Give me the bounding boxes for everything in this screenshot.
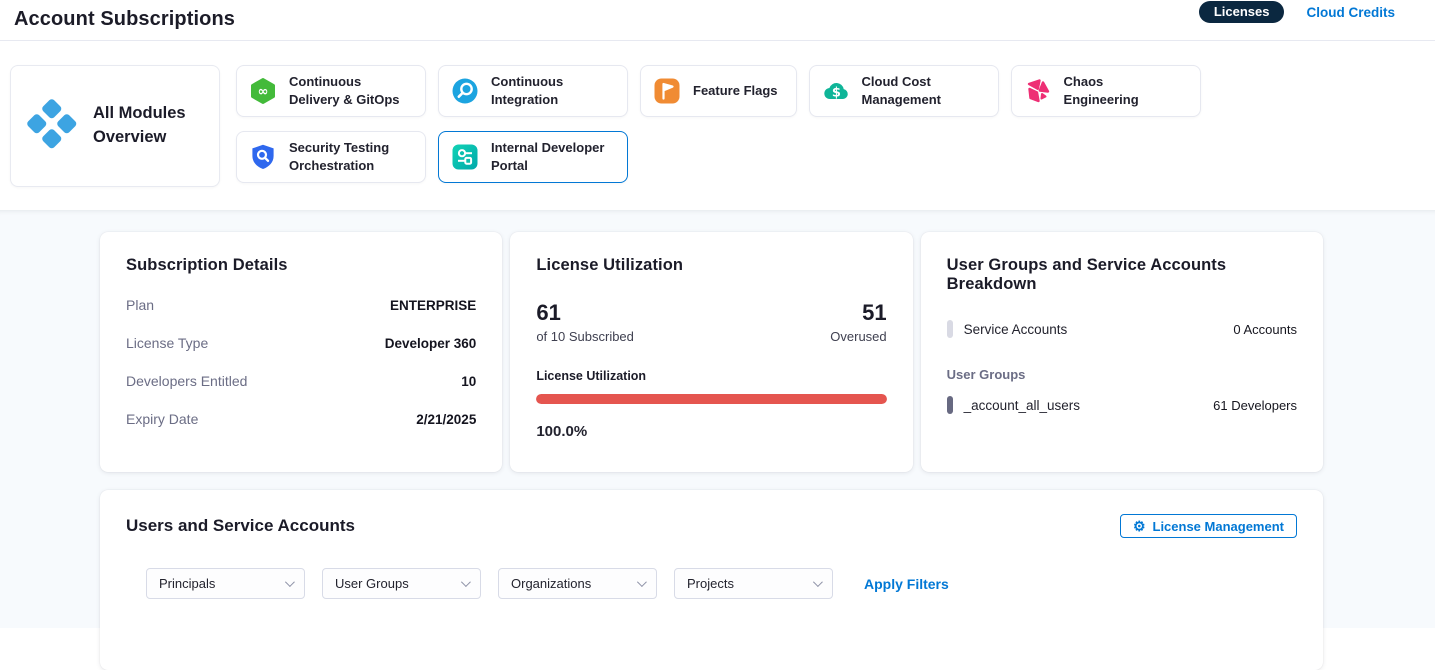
used-count: 61	[536, 300, 634, 326]
principals-select[interactable]: Principals	[146, 568, 305, 599]
detail-row-expiry-date: Expiry Date 2/21/2025	[126, 411, 476, 427]
detail-row-license-type: License Type Developer 360	[126, 335, 476, 351]
license-management-label: License Management	[1153, 519, 1285, 534]
utilization-bar-label: License Utilization	[536, 369, 886, 383]
feature-flags-icon	[653, 77, 681, 105]
tab-cloud-credits[interactable]: Cloud Credits	[1306, 5, 1395, 20]
module-label: Feature Flags	[693, 82, 778, 100]
module-label: Chaos Engineering	[1064, 73, 1182, 108]
chevron-down-icon	[813, 577, 823, 587]
stat-cards: Subscription Details Plan ENTERPRISE Lic…	[100, 232, 1323, 472]
chaos-icon	[1024, 77, 1052, 105]
module-cards: ∞ Continuous Delivery & GitOps Continuou…	[236, 65, 1364, 183]
module-label: Security Testing Orchestration	[289, 139, 407, 174]
all-modules-icon	[25, 97, 79, 156]
subscription-details-card: Subscription Details Plan ENTERPRISE Lic…	[100, 232, 502, 472]
all-modules-overview-label: All Modules Overview	[93, 102, 205, 150]
detail-row-developers-entitled: Developers Entitled 10	[126, 373, 476, 389]
users-card-header: Users and Service Accounts ⚙ License Man…	[126, 514, 1297, 538]
used-caption: of 10 Subscribed	[536, 329, 634, 344]
content-area: Subscription Details Plan ENTERPRISE Lic…	[0, 210, 1435, 628]
gear-icon: ⚙	[1133, 519, 1146, 533]
detail-value: 10	[461, 374, 476, 389]
detail-value: 2/21/2025	[416, 412, 476, 427]
module-card-idp[interactable]: Internal Developer Portal	[438, 131, 628, 183]
service-accounts-left: Service Accounts	[947, 320, 1068, 338]
breakdown-card: User Groups and Service Accounts Breakdo…	[921, 232, 1323, 472]
detail-label: Expiry Date	[126, 411, 198, 427]
all-modules-overview-card[interactable]: All Modules Overview	[10, 65, 220, 187]
cd-gitops-icon: ∞	[249, 77, 277, 105]
module-card-sto[interactable]: Security Testing Orchestration	[236, 131, 426, 183]
user-groups-select[interactable]: User Groups	[322, 568, 481, 599]
module-card-feature-flags[interactable]: Feature Flags	[640, 65, 797, 117]
user-group-name: _account_all_users	[964, 398, 1080, 413]
utilization-bar-track	[536, 394, 886, 404]
overused-block: 51 Overused	[830, 300, 886, 344]
user-group-left: _account_all_users	[947, 396, 1080, 414]
license-utilization-card: License Utilization 61 of 10 Subscribed …	[510, 232, 912, 472]
chevron-down-icon	[285, 577, 295, 587]
projects-select[interactable]: Projects	[674, 568, 833, 599]
modules-section: All Modules Overview ∞ Continuous Delive…	[0, 41, 1435, 210]
subscription-details-title: Subscription Details	[126, 256, 476, 275]
apply-filters-link[interactable]: Apply Filters	[864, 576, 949, 592]
tab-licenses[interactable]: Licenses	[1199, 1, 1285, 23]
organizations-select-value: Organizations	[511, 576, 591, 591]
module-label: Continuous Integration	[491, 73, 609, 108]
idp-icon	[451, 143, 479, 171]
detail-row-plan: Plan ENTERPRISE	[126, 297, 476, 313]
user-groups-heading: User Groups	[947, 367, 1297, 382]
module-label: Continuous Delivery & GitOps	[289, 73, 407, 108]
organizations-select[interactable]: Organizations	[498, 568, 657, 599]
user-group-marker-icon	[947, 396, 953, 414]
ccm-icon: $	[822, 77, 850, 105]
page-header: Account Subscriptions Licenses Cloud Cre…	[0, 0, 1435, 41]
detail-label: Developers Entitled	[126, 373, 247, 389]
chevron-down-icon	[461, 577, 471, 587]
utilization-bar-fill	[536, 394, 886, 404]
service-accounts-label: Service Accounts	[964, 322, 1068, 337]
user-group-row: _account_all_users 61 Developers	[947, 396, 1297, 414]
svg-text:$: $	[831, 85, 840, 100]
users-card-title: Users and Service Accounts	[126, 516, 355, 536]
user-group-value: 61 Developers	[1213, 398, 1297, 413]
detail-value: ENTERPRISE	[390, 298, 476, 313]
overused-caption: Overused	[830, 329, 886, 344]
module-card-chaos[interactable]: Chaos Engineering	[1011, 65, 1201, 117]
utilization-percent: 100.0%	[536, 423, 886, 440]
chevron-down-icon	[637, 577, 647, 587]
breakdown-title: User Groups and Service Accounts Breakdo…	[947, 256, 1297, 294]
service-accounts-value: 0 Accounts	[1233, 322, 1297, 337]
users-service-accounts-card: Users and Service Accounts ⚙ License Man…	[100, 490, 1323, 670]
filters-row: Principals User Groups Organizations Pro…	[146, 568, 1297, 599]
module-card-cd-gitops[interactable]: ∞ Continuous Delivery & GitOps	[236, 65, 426, 117]
license-utilization-numbers: 61 of 10 Subscribed 51 Overused	[536, 300, 886, 344]
module-card-ci[interactable]: Continuous Integration	[438, 65, 628, 117]
overused-count: 51	[830, 300, 886, 326]
page-title: Account Subscriptions	[14, 8, 235, 31]
module-card-ccm[interactable]: $ Cloud Cost Management	[809, 65, 999, 117]
ci-icon	[451, 77, 479, 105]
header-tabs: Licenses Cloud Credits	[1199, 1, 1395, 23]
detail-label: Plan	[126, 297, 154, 313]
detail-value: Developer 360	[385, 336, 477, 351]
used-block: 61 of 10 Subscribed	[536, 300, 634, 344]
module-label: Cloud Cost Management	[862, 73, 980, 108]
license-management-button[interactable]: ⚙ License Management	[1120, 514, 1297, 538]
module-label: Internal Developer Portal	[491, 139, 609, 174]
sto-icon	[249, 143, 277, 171]
license-utilization-title: License Utilization	[536, 256, 886, 275]
service-accounts-marker-icon	[947, 320, 953, 338]
principals-select-value: Principals	[159, 576, 215, 591]
service-accounts-row: Service Accounts 0 Accounts	[947, 320, 1297, 338]
projects-select-value: Projects	[687, 576, 734, 591]
detail-label: License Type	[126, 335, 208, 351]
user-groups-select-value: User Groups	[335, 576, 409, 591]
svg-text:∞: ∞	[258, 85, 269, 100]
